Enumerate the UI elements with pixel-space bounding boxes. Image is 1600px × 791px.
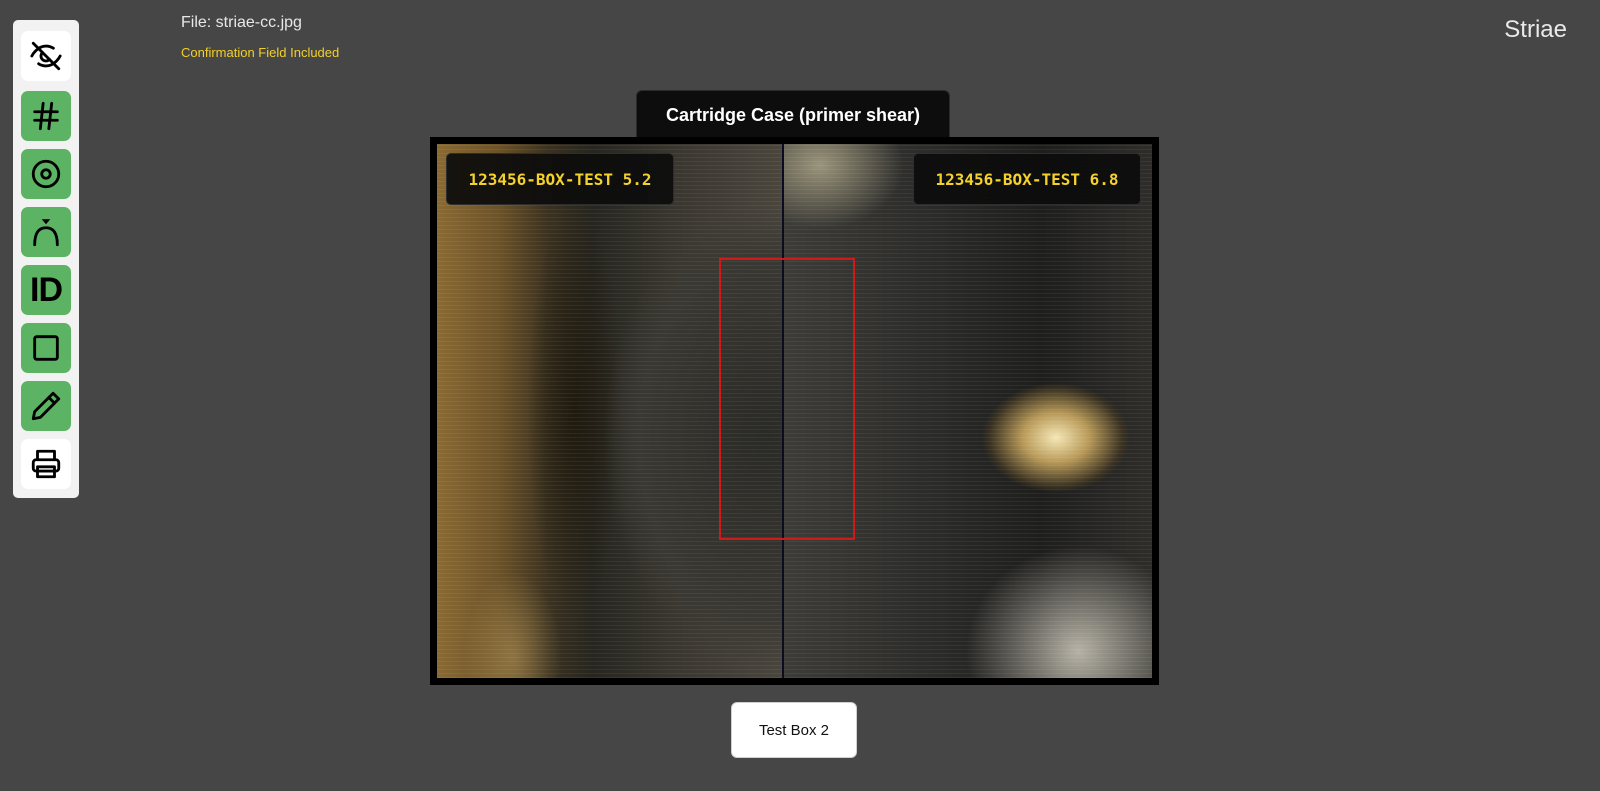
square-icon	[33, 335, 59, 361]
right-item-label: 123456-BOX-TEST 6.8	[913, 153, 1141, 205]
left-item-label: 123456-BOX-TEST 5.2	[446, 153, 674, 205]
id-tool-button[interactable]: ID	[21, 265, 71, 315]
grid-tool-button[interactable]	[21, 91, 71, 141]
striae-app: ID File: striae-cc.jpg Confirmation Fiel…	[0, 0, 1600, 791]
annotation-toolbar: ID	[13, 20, 79, 498]
file-name: File: striae-cc.jpg	[181, 14, 302, 31]
hash-icon	[33, 101, 59, 131]
target-icon	[31, 159, 61, 189]
printer-icon	[31, 449, 61, 479]
confirmation-note: Confirmation Field Included	[181, 45, 340, 60]
toggle-visibility-button[interactable]	[21, 31, 71, 81]
box-annotation-label[interactable]: Test Box 2	[731, 702, 857, 758]
case-type-title: Cartridge Case (primer shear)	[636, 90, 950, 140]
id-icon: ID	[30, 270, 63, 309]
print-button[interactable]	[21, 439, 71, 489]
arc-tool-button[interactable]	[21, 207, 71, 257]
selection-box[interactable]	[719, 258, 855, 540]
draw-tool-button[interactable]	[21, 381, 71, 431]
app-title: Striae	[1504, 16, 1567, 43]
eye-off-icon	[30, 41, 62, 71]
comparison-viewer[interactable]: 123456-BOX-TEST 5.2 123456-BOX-TEST 6.8	[430, 137, 1159, 685]
box-tool-button[interactable]	[21, 323, 71, 373]
pencil-icon	[31, 391, 61, 421]
arc-marker-icon	[33, 219, 59, 247]
target-tool-button[interactable]	[21, 149, 71, 199]
